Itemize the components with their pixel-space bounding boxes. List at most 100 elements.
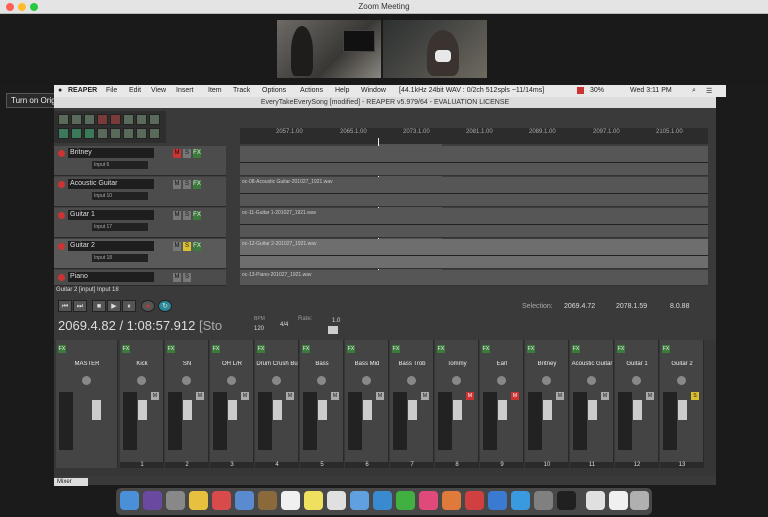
mixer-strip[interactable]: FX Earl M 9 <box>480 340 524 468</box>
pan-knob[interactable] <box>632 376 641 385</box>
volume-fader[interactable] <box>543 400 552 420</box>
track-input[interactable]: Input 18 <box>92 254 148 262</box>
fx-button[interactable]: FX <box>212 345 220 353</box>
track-input[interactable]: Input 10 <box>92 192 148 200</box>
mixer-strip[interactable]: FX Drum Crush Bu M 4 <box>255 340 299 468</box>
pan-knob[interactable] <box>272 376 281 385</box>
menu-item[interactable]: Item <box>208 87 222 94</box>
terminal-icon[interactable] <box>557 491 576 510</box>
calendar-icon[interactable] <box>281 491 300 510</box>
pan-knob[interactable] <box>407 376 416 385</box>
music-icon[interactable] <box>419 491 438 510</box>
ripple-icon[interactable] <box>71 128 82 139</box>
volume-fader[interactable] <box>138 400 147 420</box>
record-arm-icon[interactable] <box>58 212 65 219</box>
podcasts-icon[interactable] <box>465 491 484 510</box>
fx-button[interactable]: FX <box>527 345 535 353</box>
track-name[interactable]: Guitar 1 <box>68 210 154 220</box>
redo-icon[interactable] <box>110 114 121 125</box>
track-lane[interactable]: oc-12-Guitar 2-201027_1921.wav <box>240 239 708 269</box>
fx-button[interactable]: FX <box>193 211 201 220</box>
fx-button[interactable]: FX <box>662 345 670 353</box>
selection-length[interactable]: 8.0.88 <box>670 303 689 310</box>
volume-fader[interactable] <box>633 400 642 420</box>
pan-knob[interactable] <box>317 376 326 385</box>
mute-button[interactable]: M <box>173 149 181 158</box>
track-lane[interactable]: oc-11-Guitar 1-201027_1921.wav <box>240 208 708 238</box>
app-icon[interactable] <box>212 491 231 510</box>
track-lane[interactable]: oc-08-Acoustic Guitar-201027_1921.wav <box>240 177 708 207</box>
stop-button[interactable]: ■ <box>92 300 106 312</box>
mute-button[interactable]: M <box>196 392 204 400</box>
volume-fader[interactable] <box>363 400 372 420</box>
notes-icon[interactable] <box>304 491 323 510</box>
menu-track[interactable]: Track <box>233 87 250 94</box>
pan-knob[interactable] <box>542 376 551 385</box>
repeat-button[interactable]: ↻ <box>158 300 172 312</box>
volume-fader[interactable] <box>92 400 101 420</box>
selection-end[interactable]: 2078.1.59 <box>616 303 647 310</box>
mute-button[interactable]: M <box>466 392 474 400</box>
mixer-strip-master[interactable]: FX MASTER <box>56 340 118 468</box>
fx-button[interactable]: FX <box>572 345 580 353</box>
volume-fader[interactable] <box>498 400 507 420</box>
menu-window[interactable]: Window <box>361 87 386 94</box>
track-header[interactable]: Britney M S FX Input 6 <box>54 146 226 176</box>
pan-knob[interactable] <box>452 376 461 385</box>
mute-button[interactable]: M <box>151 392 159 400</box>
item-group-icon[interactable] <box>110 128 121 139</box>
pan-knob[interactable] <box>677 376 686 385</box>
mixer-strip[interactable]: FX Guitar 2 S 13 <box>660 340 704 468</box>
apple-icon[interactable]: ● <box>58 87 62 94</box>
mute-button[interactable]: M <box>421 392 429 400</box>
menu-help[interactable]: Help <box>335 87 349 94</box>
solo-button[interactable]: S <box>691 392 699 400</box>
new-project-icon[interactable] <box>58 114 69 125</box>
app-store-icon[interactable] <box>511 491 530 510</box>
solo-button[interactable]: S <box>183 211 191 220</box>
track-header[interactable]: Guitar 2 M S FX Input 18 <box>54 239 226 269</box>
fx-button[interactable]: FX <box>302 345 310 353</box>
mixer-tab[interactable]: Mixer <box>54 478 88 486</box>
participant-video-1[interactable] <box>277 20 381 78</box>
siri-icon[interactable] <box>143 491 162 510</box>
record-button[interactable]: ● <box>141 300 155 312</box>
mixer-strip[interactable]: FX Guitar 1 M 12 <box>615 340 659 468</box>
menu-edit[interactable]: Edit <box>129 87 141 94</box>
arrange-view[interactable]: 2057.1.00 2065.1.00 2073.1.00 2081.1.00 … <box>240 128 708 286</box>
mixer-strip[interactable]: FX Bass Mid M 6 <box>345 340 389 468</box>
menu-options[interactable]: Options <box>262 87 286 94</box>
menu-actions[interactable]: Actions <box>300 87 323 94</box>
mixer-strip[interactable]: FX Kick M 1 <box>120 340 164 468</box>
pause-button[interactable]: ⏸ <box>122 300 136 312</box>
menu-insert[interactable]: Insert <box>176 87 194 94</box>
undo-icon[interactable] <box>97 114 108 125</box>
reminders-icon[interactable] <box>327 491 346 510</box>
envelope-icon[interactable] <box>84 128 95 139</box>
menu-app[interactable]: REAPER <box>68 87 97 94</box>
record-arm-icon[interactable] <box>58 274 65 281</box>
mixer-strip[interactable]: FX Britney M 10 <box>525 340 569 468</box>
grid-icon[interactable] <box>123 114 134 125</box>
mixer-strip[interactable]: FX Bass Trob M 7 <box>390 340 434 468</box>
books-icon[interactable] <box>442 491 461 510</box>
menu-file[interactable]: File <box>106 87 117 94</box>
fx-button[interactable]: FX <box>58 345 66 353</box>
mute-button[interactable]: M <box>646 392 654 400</box>
solo-button[interactable]: S <box>183 242 191 251</box>
track-lane[interactable] <box>240 146 708 176</box>
facetime-icon[interactable] <box>396 491 415 510</box>
photos-icon[interactable] <box>350 491 369 510</box>
fx-button[interactable]: FX <box>437 345 445 353</box>
mixer-strip[interactable]: FX OH L/R M 3 <box>210 340 254 468</box>
fx-button[interactable]: FX <box>617 345 625 353</box>
bpm-value[interactable]: 120 <box>254 326 264 332</box>
mute-button[interactable]: M <box>601 392 609 400</box>
volume-fader[interactable] <box>453 400 462 420</box>
mute-button[interactable]: M <box>511 392 519 400</box>
timeline-ruler[interactable]: 2057.1.00 2065.1.00 2073.1.00 2081.1.00 … <box>240 128 708 144</box>
mute-button[interactable]: M <box>376 392 384 400</box>
solo-button[interactable]: S <box>183 149 191 158</box>
pan-knob[interactable] <box>227 376 236 385</box>
volume-fader[interactable] <box>678 400 687 420</box>
